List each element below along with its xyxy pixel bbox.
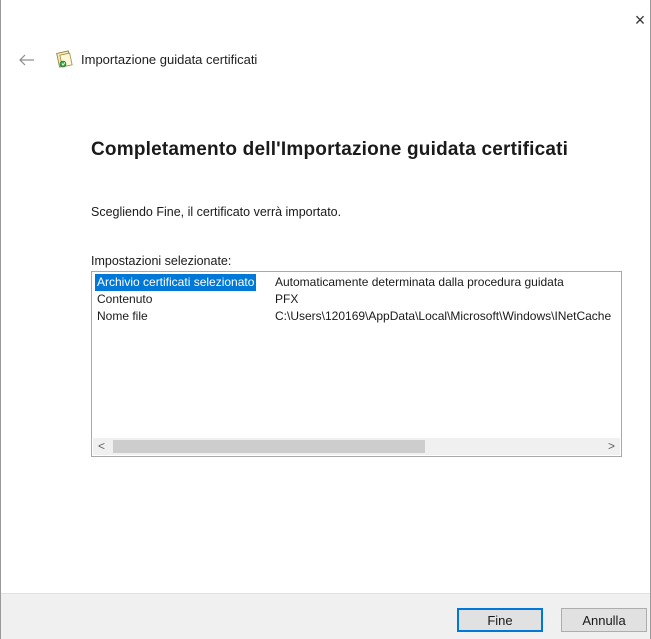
setting-value: PFX — [275, 292, 299, 306]
page-description: Scegliendo Fine, il certificato verrà im… — [91, 205, 342, 219]
scrollbar-thumb[interactable] — [113, 440, 425, 453]
finish-button[interactable]: Fine — [457, 608, 543, 632]
setting-value: Automaticamente determinata dalla proced… — [275, 275, 564, 289]
setting-key: Archivio certificati selezionato — [95, 274, 257, 291]
cancel-button[interactable]: Annulla — [561, 608, 647, 632]
close-icon: × — [634, 10, 646, 30]
certificate-icon — [56, 50, 73, 68]
selected-settings-list[interactable]: Archivio certificati selezionato Automat… — [91, 271, 622, 457]
wizard-title: Importazione guidata certificati — [81, 52, 258, 67]
setting-key: Contenuto — [97, 292, 153, 306]
chevron-left-icon: < — [97, 439, 105, 453]
chevron-right-icon: > — [607, 439, 615, 453]
setting-key: Nome file — [97, 309, 148, 323]
dialog-footer: Fine Annulla — [1, 593, 650, 639]
certificate-import-wizard-dialog: × Importazione guidata certificati Compl… — [0, 0, 651, 639]
selected-settings-label: Impostazioni selezionate: — [91, 254, 232, 268]
back-arrow-icon — [19, 54, 34, 66]
scroll-left-button[interactable]: < — [93, 438, 110, 455]
close-button[interactable]: × — [630, 10, 650, 30]
page-heading: Completamento dell'Importazione guidata … — [91, 139, 569, 160]
setting-value: C:\Users\120169\AppData\Local\Microsoft\… — [275, 309, 612, 323]
back-button[interactable] — [13, 48, 41, 72]
scroll-right-button[interactable]: > — [603, 438, 620, 455]
horizontal-scrollbar[interactable]: < > — [93, 438, 620, 455]
